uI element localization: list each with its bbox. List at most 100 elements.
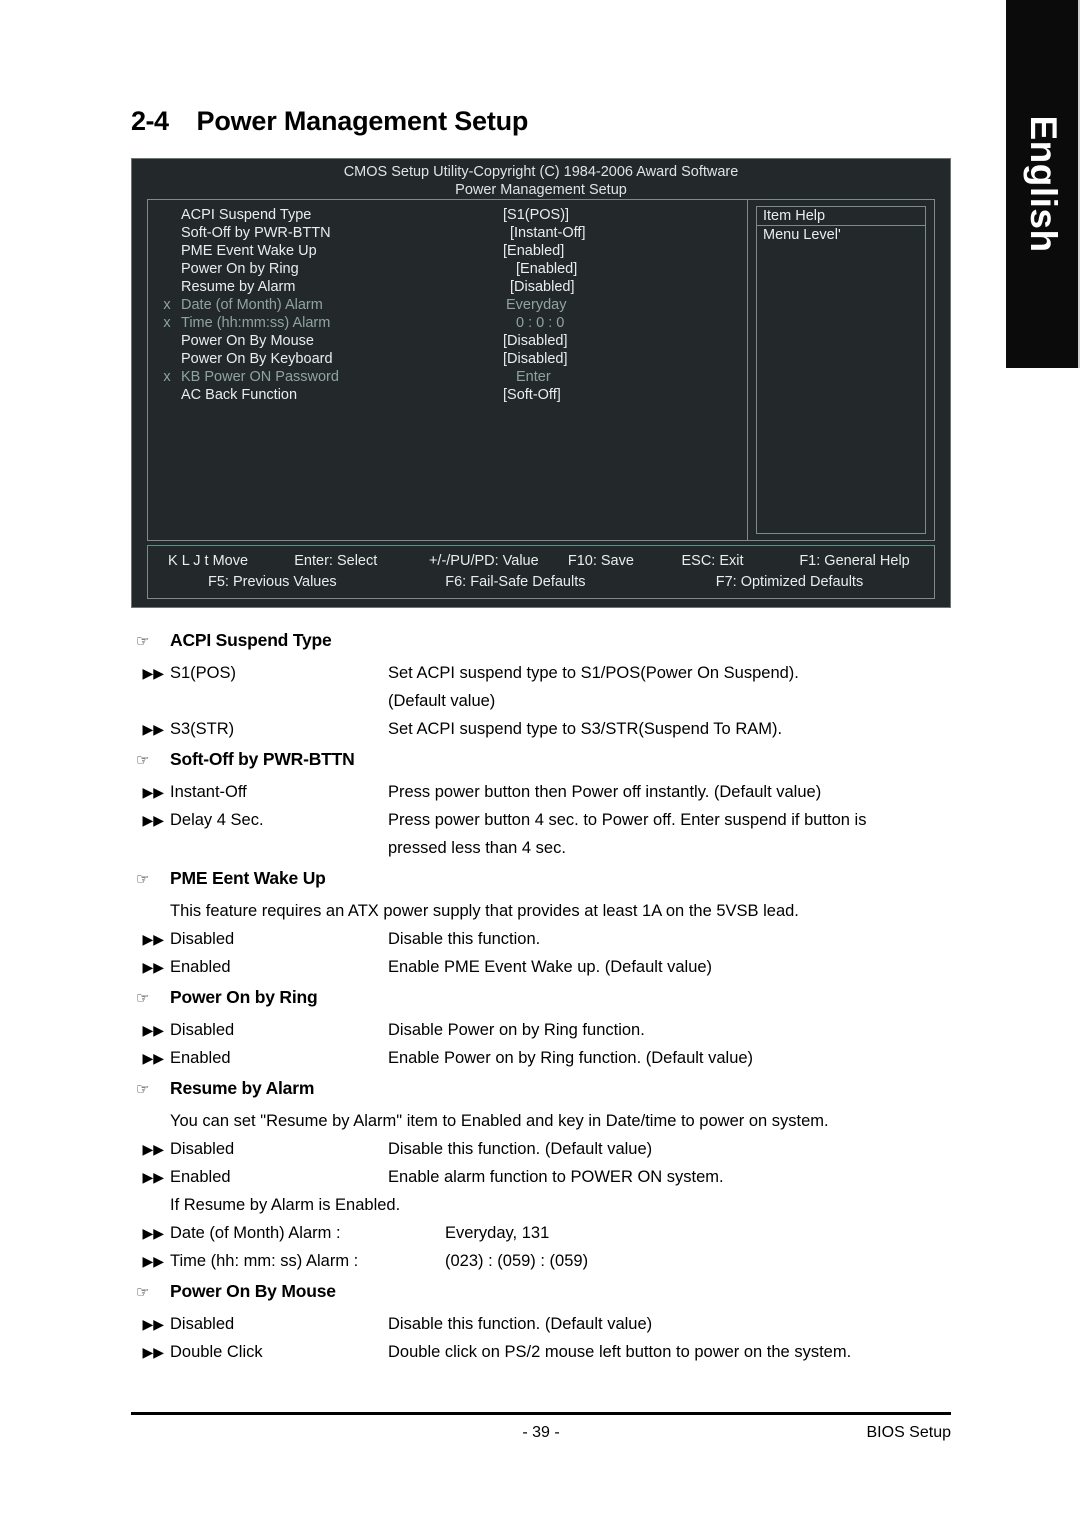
double-arrow-icon: ▶▶ <box>142 931 164 947</box>
bios-key-legend: K L J t Move Enter: Select +/-/PU/PD: Va… <box>147 545 935 599</box>
option-row: ▶▶ Enabled Enable alarm function to POWE… <box>136 1163 956 1191</box>
double-arrow-icon: ▶▶ <box>142 1022 164 1038</box>
bios-screen-figure: CMOS Setup Utility-Copyright (C) 1984-20… <box>131 158 951 608</box>
key-f5-previous-values: F5: Previous Values <box>208 574 337 590</box>
item-help-title: Item Help <box>757 207 925 226</box>
menu-level-label: Menu Level' <box>763 227 841 243</box>
bios-setting-row[interactable]: Soft-Off by PWR-BTTN [Instant-Off] <box>148 224 746 242</box>
language-tab-label: English <box>1023 115 1064 253</box>
setting-label: KB Power ON Password <box>181 369 339 385</box>
section-heading: ACPI Suspend Type <box>170 630 332 650</box>
section-heading: Power On by Ring <box>170 987 318 1007</box>
setting-value[interactable]: [S1(POS)] <box>503 206 569 224</box>
section-acpi-suspend-type: ☞ ACPI Suspend Type ▶▶ S1(POS) Set ACPI … <box>136 626 956 743</box>
setting-value[interactable]: [Disabled] <box>510 278 574 296</box>
option-term: S1(POS) <box>170 664 237 682</box>
setting-value: Everyday <box>506 297 567 313</box>
setting-label: Resume by Alarm <box>181 279 296 295</box>
option-description: Enable alarm function to POWER ON system… <box>388 1168 724 1186</box>
setting-value[interactable]: [Enabled] <box>503 242 564 260</box>
option-row: ▶▶ Disabled Disable this function. <box>136 925 956 953</box>
option-row: ▶▶ Enabled Enable PME Event Wake up. (De… <box>136 953 956 981</box>
option-description: Press power button 4 sec. to Power off. … <box>388 811 867 829</box>
double-arrow-icon: ▶▶ <box>142 1050 164 1066</box>
setting-label: AC Back Function <box>181 387 298 403</box>
option-term: Disabled <box>170 1140 235 1158</box>
option-term: Delay 4 Sec. <box>170 811 264 829</box>
hand-pointer-icon: ☞ <box>136 871 150 888</box>
footer-section-tag: BIOS Setup <box>866 1424 952 1441</box>
key-enter-select: Enter: Select <box>294 553 378 569</box>
page-number: - 39 - <box>522 1424 560 1441</box>
setting-label: Date (of Month) Alarm <box>181 297 323 313</box>
option-row: ▶▶ Disabled Disable this function. (Defa… <box>136 1135 956 1163</box>
option-description: Disable this function. <box>388 930 541 948</box>
option-row: ▶▶ Time (hh: mm: ss) Alarm : (023) : (05… <box>136 1247 956 1275</box>
option-row: ▶▶ Delay 4 Sec. Press power button 4 sec… <box>136 806 956 834</box>
option-row: ▶▶ Disabled Disable this function. (Defa… <box>136 1310 956 1338</box>
option-term: Enabled <box>170 1049 231 1067</box>
key-value: +/-/PU/PD: Value <box>428 553 539 569</box>
option-term: Enabled <box>170 1168 231 1186</box>
section-resume-by-alarm: ☞ Resume by Alarm You can set "Resume by… <box>136 1074 956 1275</box>
bios-setting-row[interactable]: AC Back Function [Soft-Off] <box>148 386 746 404</box>
disabled-marker: x <box>163 315 171 331</box>
bios-setting-row[interactable]: Power On by Ring [Enabled] <box>148 260 746 278</box>
bios-setting-row[interactable]: PME Event Wake Up [Enabled] <box>148 242 746 260</box>
setting-label: PME Event Wake Up <box>181 243 317 259</box>
setting-label: Time (hh:mm:ss) Alarm <box>181 315 331 331</box>
option-row: ▶▶ S1(POS) Set ACPI suspend type to S1/P… <box>136 659 956 687</box>
section-power-on-by-ring: ☞ Power On by Ring ▶▶ Disabled Disable P… <box>136 983 956 1072</box>
option-description: Disable Power on by Ring function. <box>388 1021 645 1039</box>
bios-setting-row[interactable]: Resume by Alarm [Disabled] <box>148 278 746 296</box>
bios-settings-list: ACPI Suspend Type [S1(POS)] Soft-Off by … <box>148 206 746 404</box>
setting-value[interactable]: [Disabled] <box>503 350 567 368</box>
setting-label: Soft-Off by PWR-BTTN <box>181 225 331 241</box>
option-term: Double Click <box>170 1343 263 1361</box>
option-term: Instant-Off <box>170 783 247 801</box>
option-row: ▶▶ Enabled Enable Power on by Ring funct… <box>136 1044 956 1072</box>
key-f7-optimized-defaults: F7: Optimized Defaults <box>715 574 864 590</box>
document-body: ☞ ACPI Suspend Type ▶▶ S1(POS) Set ACPI … <box>136 626 956 1368</box>
hand-pointer-icon: ☞ <box>136 1284 150 1301</box>
section-heading: PME Eent Wake Up <box>170 868 326 888</box>
page-title: 2-4 Power Management Setup <box>131 106 528 137</box>
setting-label: ACPI Suspend Type <box>181 207 312 223</box>
bios-setting-row: x Time (hh:mm:ss) Alarm 0 : 0 : 0 <box>148 314 746 332</box>
bios-body: ACPI Suspend Type [S1(POS)] Soft-Off by … <box>147 199 935 541</box>
section-heading: Power On By Mouse <box>170 1281 336 1301</box>
double-arrow-icon: ▶▶ <box>142 1316 164 1332</box>
bios-setting-row[interactable]: Power On By Mouse [Disabled] <box>148 332 746 350</box>
hand-pointer-icon: ☞ <box>136 752 150 769</box>
option-description: Set ACPI suspend type to S3/STR(Suspend … <box>388 720 783 738</box>
section-pme-event-wake-up: ☞ PME Eent Wake Up This feature requires… <box>136 864 956 981</box>
key-f1-general-help: F1: General Help <box>799 553 910 569</box>
bios-title-line-1: CMOS Setup Utility-Copyright (C) 1984-20… <box>343 164 739 180</box>
section-heading: Resume by Alarm <box>170 1078 315 1098</box>
setting-value[interactable]: [Instant-Off] <box>510 224 586 242</box>
section-title: Power Management Setup <box>196 106 529 136</box>
hand-pointer-icon: ☞ <box>136 633 150 650</box>
section-note: This feature requires an ATX power suppl… <box>170 902 799 920</box>
setting-value[interactable]: [Disabled] <box>503 332 567 350</box>
item-help-box: Item Help Menu Level' <box>756 206 926 534</box>
option-term: Disabled <box>170 1021 235 1039</box>
bios-setting-row[interactable]: Power On By Keyboard [Disabled] <box>148 350 746 368</box>
option-row: ▶▶ Disabled Disable Power on by Ring fun… <box>136 1016 956 1044</box>
option-description: Everyday, 131 <box>445 1224 550 1242</box>
setting-label: Power On by Ring <box>181 261 299 277</box>
setting-value[interactable]: [Soft-Off] <box>503 386 561 404</box>
double-arrow-icon: ▶▶ <box>142 784 164 800</box>
setting-value[interactable]: [Enabled] <box>516 260 577 278</box>
bios-setting-row[interactable]: ACPI Suspend Type [S1(POS)] <box>148 206 746 224</box>
section-power-on-by-mouse: ☞ Power On By Mouse ▶▶ Disabled Disable … <box>136 1277 956 1366</box>
setting-value: Enter <box>516 369 551 385</box>
key-esc-exit: ESC: Exit <box>681 553 744 569</box>
option-description: Enable Power on by Ring function. (Defau… <box>388 1049 754 1067</box>
option-description: Disable this function. (Default value) <box>388 1140 653 1158</box>
bios-title-line-2: Power Management Setup <box>455 182 627 198</box>
double-arrow-icon: ▶▶ <box>142 721 164 737</box>
key-f6-fail-safe-defaults: F6: Fail-Safe Defaults <box>445 574 586 590</box>
option-description: Press power button then Power off instan… <box>388 783 822 801</box>
option-description: Disable this function. (Default value) <box>388 1315 653 1333</box>
